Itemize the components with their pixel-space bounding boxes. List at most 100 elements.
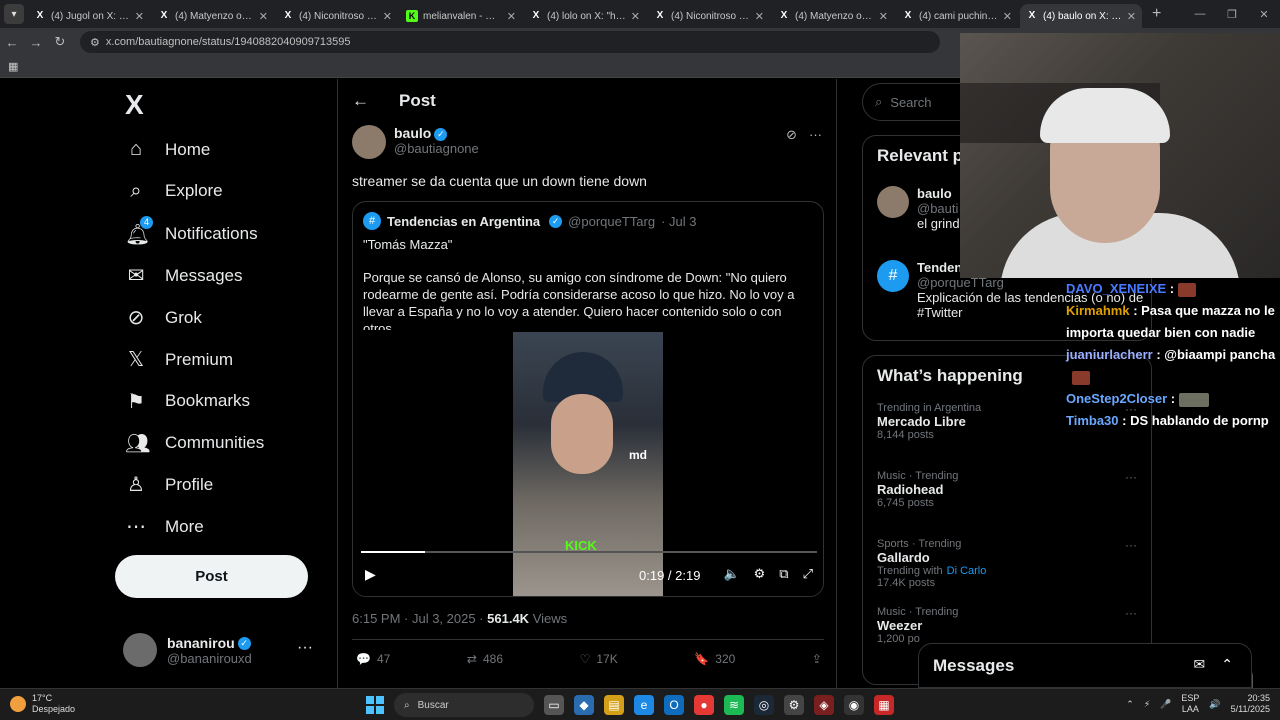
pip-icon[interactable]: ⧉: [779, 566, 788, 582]
close-tab-icon[interactable]: ✕: [879, 10, 888, 23]
more-dots-icon[interactable]: ···: [1125, 606, 1137, 620]
chat-username[interactable]: OneStep2Closer: [1066, 391, 1167, 406]
nav-item-messages[interactable]: ✉ Messages: [125, 263, 243, 288]
chrome-icon[interactable]: ●: [694, 695, 714, 715]
share-icon[interactable]: ⇪: [812, 652, 822, 666]
nav-item-more[interactable]: ⋯ More: [125, 514, 204, 539]
tray-expand-icon[interactable]: ⌃: [1126, 699, 1134, 710]
file-explorer-icon[interactable]: ▤: [604, 695, 624, 715]
app-icon[interactable]: ▦: [874, 695, 894, 715]
bookmark-button[interactable]: 🔖 320: [694, 652, 735, 666]
close-window-button[interactable]: ✕: [1248, 0, 1280, 28]
browser-tab[interactable]: X (4) Niconitroso on X: ✕: [276, 4, 398, 28]
close-tab-icon[interactable]: ✕: [631, 10, 640, 23]
clock[interactable]: 20:35 5/11/2025: [1231, 693, 1270, 715]
video-progress-bar[interactable]: [361, 551, 817, 553]
author-handle[interactable]: @bautiagnone: [394, 141, 479, 156]
browser-tab[interactable]: X (4) Jugol on X: "AJAJA ✕: [28, 4, 150, 28]
browser-tab[interactable]: X (4) baulo on X: "strea ✕: [1020, 4, 1142, 28]
windows-start-icon[interactable]: [366, 696, 384, 714]
trend-item[interactable]: Music · Trending Radiohead 6,745 posts ···: [877, 470, 1137, 509]
site-info-icon[interactable]: ⚙: [90, 36, 100, 49]
relevant-person[interactable]: baulo @bauti el grindo: [877, 186, 967, 231]
trend-item[interactable]: Sports · Trending Gallardo Trending with Di…: [877, 538, 1137, 589]
close-tab-icon[interactable]: ✕: [1003, 10, 1012, 23]
video-player[interactable]: md KICK ▶ 0:19 / 2:19 🔈 ⚙ ⧉ ⤢: [353, 330, 823, 596]
avatar[interactable]: [352, 125, 386, 159]
more-dots-icon[interactable]: ···: [1125, 538, 1137, 552]
browser-tab[interactable]: X (4) Niconitroso on X: ✕: [648, 4, 770, 28]
x-logo[interactable]: X: [125, 89, 144, 121]
account-switcher[interactable]: bananirou ✓ @bananirouxd ···: [123, 633, 323, 667]
close-tab-icon[interactable]: ✕: [507, 10, 516, 23]
browser-tab[interactable]: X (4) lolo on X: "https:/ ✕: [524, 4, 646, 28]
chat-username[interactable]: juaniurlacherr: [1066, 347, 1153, 362]
browser-tab[interactable]: X (4) Matyenzo on X: "i ✕: [152, 4, 274, 28]
nav-item-grok[interactable]: ⊘ Grok: [125, 305, 202, 330]
play-icon[interactable]: ▶: [365, 566, 376, 583]
post-button[interactable]: Post: [115, 555, 308, 598]
like-button[interactable]: ♡ 17K: [580, 652, 618, 666]
fullscreen-icon[interactable]: ⤢: [803, 566, 813, 582]
network-icon[interactable]: ⚡: [1144, 699, 1150, 710]
grok-icon[interactable]: ⊘: [786, 127, 797, 143]
back-arrow-icon[interactable]: ←: [352, 91, 369, 111]
reload-icon[interactable]: ↻: [48, 34, 72, 50]
copilot-icon[interactable]: ◆: [574, 695, 594, 715]
more-dots-icon[interactable]: ···: [297, 639, 313, 657]
volume-icon[interactable]: 🔊: [1209, 699, 1220, 710]
outlook-icon[interactable]: O: [664, 695, 684, 715]
nav-item-explore[interactable]: ⌕ Explore: [125, 180, 222, 203]
repost-button[interactable]: ⇄ 486: [467, 652, 503, 666]
riot-icon[interactable]: ◈: [814, 695, 834, 715]
nav-item-home[interactable]: ⌂ Home: [125, 138, 210, 161]
volume-icon[interactable]: 🔈: [723, 566, 739, 582]
new-tab-button[interactable]: +: [1152, 5, 1161, 23]
trending-with-link[interactable]: Di Carlo: [947, 565, 987, 577]
close-tab-icon[interactable]: ✕: [755, 10, 764, 23]
close-tab-icon[interactable]: ✕: [135, 10, 144, 23]
reply-button[interactable]: 💬 47: [356, 652, 390, 666]
obs-icon[interactable]: ◉: [844, 695, 864, 715]
chat-username[interactable]: DAVO_XENEIXE: [1066, 281, 1166, 296]
tab-search-button[interactable]: ▾: [4, 4, 24, 24]
more-dots-icon[interactable]: ···: [809, 127, 822, 143]
close-tab-icon[interactable]: ✕: [1127, 10, 1136, 23]
post-timestamp[interactable]: 6:15 PM · Jul 3, 2025 ·: [352, 611, 484, 626]
chat-username[interactable]: Kirmahmk: [1066, 303, 1130, 318]
url-field[interactable]: ⚙ x.com/bautiagnone/status/1940882040909…: [80, 31, 940, 53]
minimize-button[interactable]: —: [1184, 0, 1216, 28]
mic-icon[interactable]: 🎤: [1160, 699, 1171, 710]
language-indicator[interactable]: ESP LAA: [1181, 693, 1199, 715]
nav-item-bookmarks[interactable]: ⚑ Bookmarks: [125, 389, 250, 414]
restore-button[interactable]: ❐: [1216, 0, 1248, 28]
browser-tab[interactable]: Kmelianvalen - Watch ✕: [400, 4, 522, 28]
close-tab-icon[interactable]: ✕: [383, 10, 392, 23]
nav-item-premium[interactable]: 𝕏 Premium: [125, 347, 233, 372]
post-author[interactable]: baulo ✓ @bautiagnone: [352, 125, 479, 159]
taskbar-search[interactable]: ⌕ Buscar: [394, 693, 534, 717]
nav-item-communities[interactable]: 👥︎ Communities: [125, 431, 264, 456]
nav-item-profile[interactable]: ♙ Profile: [125, 472, 213, 497]
forward-icon[interactable]: →: [24, 35, 48, 50]
trend-item[interactable]: Music · Trending Weezer 1,200 po ···: [877, 606, 1137, 645]
apps-grid-icon[interactable]: ▦: [8, 60, 18, 73]
steam-icon[interactable]: ◎: [754, 695, 774, 715]
messages-drawer[interactable]: Messages ✉ ⌃: [918, 643, 1252, 688]
spotify-icon[interactable]: ≋: [724, 695, 744, 715]
task-view-icon[interactable]: ▭: [544, 695, 564, 715]
weather-widget[interactable]: 17°C Despejado: [10, 693, 75, 715]
chat-username[interactable]: Timba30: [1066, 413, 1119, 428]
more-dots-icon[interactable]: ···: [1125, 470, 1137, 484]
settings-icon[interactable]: ⚙: [784, 695, 804, 715]
expand-icon[interactable]: ⌃: [1221, 656, 1233, 673]
compose-message-icon[interactable]: ✉: [1194, 656, 1206, 673]
settings-icon[interactable]: ⚙: [754, 566, 766, 582]
back-icon[interactable]: ←: [0, 35, 24, 50]
edge-icon[interactable]: e: [634, 695, 654, 715]
close-tab-icon[interactable]: ✕: [259, 10, 268, 23]
quoted-post[interactable]: # Tendencias en Argentina ✓ @porqueTTarg…: [352, 201, 824, 597]
nav-item-notifications[interactable]: 🔔︎ 4 Notifications: [125, 215, 258, 247]
browser-tab[interactable]: X (4) Matyenzo on X: "i ✕: [772, 4, 894, 28]
browser-tab[interactable]: X (4) cami puchini 🎸 o ✕: [896, 4, 1018, 28]
